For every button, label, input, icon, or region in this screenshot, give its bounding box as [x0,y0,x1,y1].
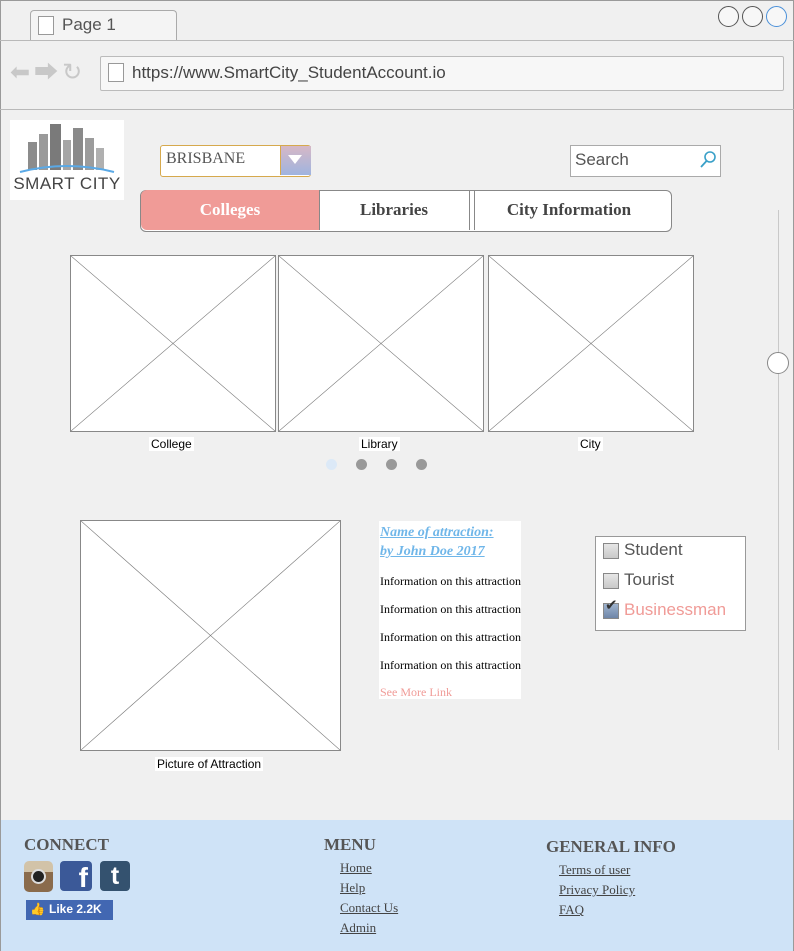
attraction-info-line: Information on this attraction [380,658,521,672]
library-image[interactable] [278,255,484,432]
footer-link-terms[interactable]: Terms of user [559,862,630,878]
vertical-slider-track[interactable] [778,210,779,750]
checkmark-icon: ✔ [605,597,618,614]
attraction-name-link[interactable]: Name of attraction: by John Doe 2017 [380,523,520,561]
minimize-button[interactable] [718,6,739,27]
menu-heading: MENU [324,835,376,854]
footer-link-faq[interactable]: FAQ [559,902,584,918]
thumbs-up-icon: 👍 [30,902,45,916]
footer-link-home[interactable]: Home [340,860,372,876]
tab-libraries[interactable]: Libraries [320,190,468,230]
page-icon [108,63,124,82]
chrome-divider [0,109,794,110]
college-image[interactable] [70,255,276,432]
tab-colleges[interactable]: Colleges [141,190,319,230]
tab-divider [469,191,470,230]
maximize-button[interactable] [742,6,763,27]
footer-link-privacy[interactable]: Privacy Policy [559,882,635,898]
library-caption: Library [359,437,400,451]
search-input[interactable] [575,149,695,171]
city-image[interactable] [488,255,694,432]
attraction-image-caption: Picture of Attraction [155,757,264,771]
attraction-image[interactable] [80,520,341,751]
image-placeholder-icon [279,256,483,431]
footer-link-help[interactable]: Help [340,880,365,896]
image-placeholder-icon [71,256,275,431]
tourist-label[interactable]: Tourist [624,570,674,590]
attraction-info-line: Information on this attraction [380,602,521,616]
page-icon [38,16,54,35]
tab-title: Page 1 [62,15,116,34]
attraction-name: Name of attraction: [380,525,494,540]
vertical-slider-handle[interactable] [767,352,789,374]
logo-text: SMART CITY [13,174,121,193]
see-more-link[interactable]: See More Link [380,685,452,700]
footer-link-contact-us[interactable]: Contact Us [340,900,398,916]
instagram-lens [31,869,46,884]
attraction-info-line: Information on this attraction [380,574,521,588]
attraction-info-line: Information on this attraction [380,630,521,644]
city-select-value: BRISBANE [166,150,246,167]
search-icon[interactable] [699,150,717,170]
businessman-label[interactable]: Businessman [624,600,726,620]
carousel-dot[interactable] [386,459,397,470]
reload-icon[interactable]: ↻ [62,59,86,86]
tumblr-icon[interactable]: t [100,861,130,891]
image-placeholder-icon [81,521,340,750]
connect-heading: CONNECT [24,835,110,854]
forward-icon[interactable]: ⮕ [34,59,62,86]
back-icon[interactable]: ⬅ [10,59,34,86]
attraction-author: by John Doe 2017 [380,544,485,559]
student-label[interactable]: Student [624,540,683,560]
tab-divider [0,40,794,41]
chevron-down-icon [288,155,302,164]
college-caption: College [149,437,194,451]
image-placeholder-icon [489,256,693,431]
close-window-button[interactable] [766,6,787,27]
facebook-icon[interactable]: f [60,861,92,893]
url-text[interactable]: https://www.SmartCity_StudentAccount.io [132,63,446,83]
browser-nav-buttons[interactable]: ⬅⮕↻ [10,61,86,85]
tab-city-information[interactable]: City Information [476,190,662,230]
general-info-heading: GENERAL INFO [546,837,676,856]
carousel-dot-active[interactable] [326,459,337,470]
footer-link-admin[interactable]: Admin [340,920,376,936]
tourist-checkbox[interactable] [603,573,619,589]
student-checkbox[interactable] [603,543,619,559]
carousel-dot[interactable] [356,459,367,470]
like-count: Like 2.2K [49,902,102,916]
carousel-dot[interactable] [416,459,427,470]
city-caption: City [578,437,603,451]
tab-divider [474,191,475,230]
